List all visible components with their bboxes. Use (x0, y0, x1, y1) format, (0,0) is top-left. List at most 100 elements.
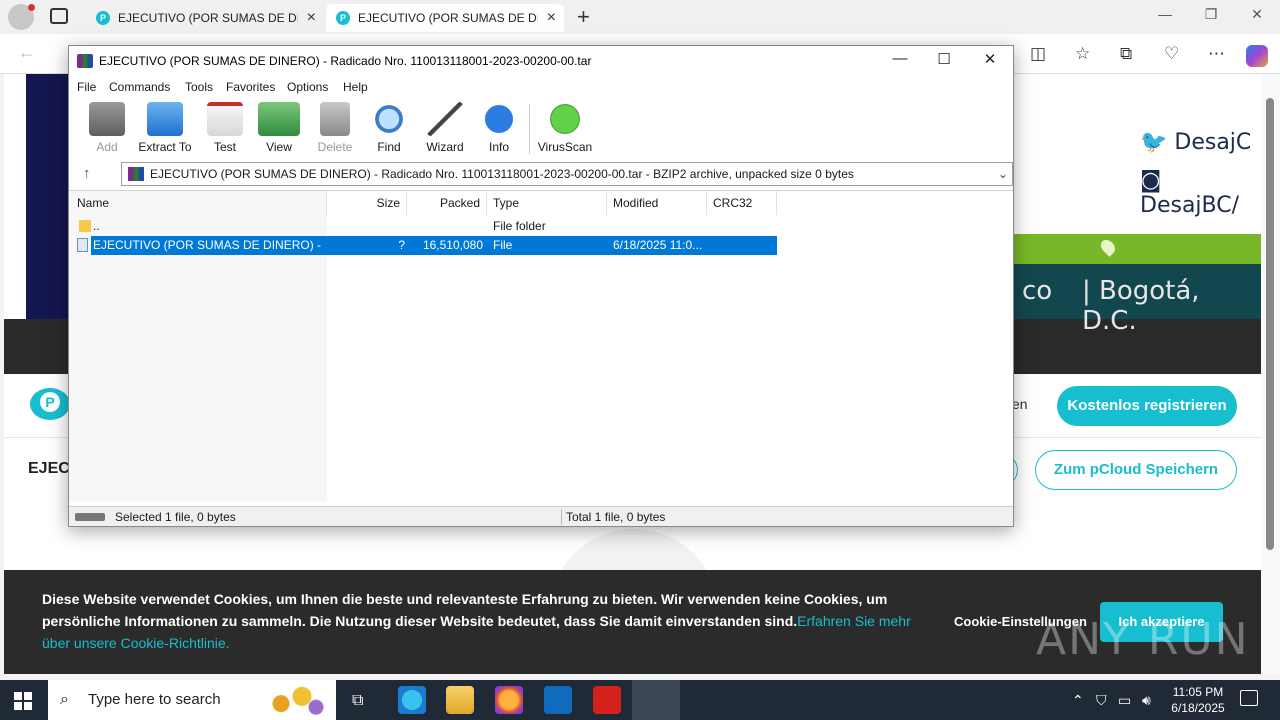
virusscan-button[interactable]: VirusScan (535, 102, 595, 154)
taskbar-search-box[interactable]: ⌕ Type here to search (48, 680, 336, 720)
firefox-icon[interactable] (495, 686, 523, 714)
close-icon[interactable]: ✕ (967, 50, 1013, 68)
column-header-crc32[interactable]: CRC32 (707, 191, 777, 215)
pcloud-favicon-icon: P (96, 11, 110, 25)
extract-folder-icon (147, 102, 183, 136)
clock-time: 11:05 PM (1172, 685, 1224, 699)
winrar-app-icon (77, 54, 93, 68)
extract-to-button[interactable]: Extract To (135, 102, 195, 154)
pcloud-logo-icon[interactable] (30, 388, 70, 420)
page-scrollbar[interactable] (1261, 74, 1280, 674)
add-archive-icon (89, 102, 125, 136)
browser-tab-2[interactable]: P EJECUTIVO (POR SUMAS DE DINERO) × (326, 4, 564, 32)
collections-icon[interactable]: ⧉ (1120, 44, 1132, 64)
up-folder-icon[interactable]: ↑ (83, 165, 91, 182)
menu-commands[interactable]: Commands (109, 80, 170, 94)
chevron-up-icon[interactable]: ⌃ (1072, 692, 1084, 709)
acrobat-icon[interactable] (593, 686, 621, 714)
toolbar-separator (529, 104, 530, 154)
winrar-taskbar-icon[interactable] (632, 680, 680, 720)
table-row[interactable]: .. File folder (77, 217, 777, 236)
tab-actions-icon[interactable] (50, 8, 68, 24)
search-placeholder: Type here to search (88, 691, 221, 708)
windows-start-icon[interactable] (14, 692, 32, 710)
test-button[interactable]: Test (195, 102, 255, 154)
copilot-icon[interactable] (1246, 45, 1268, 67)
column-header-name[interactable]: Name (69, 191, 327, 215)
outlook-icon[interactable] (544, 686, 572, 714)
restore-icon[interactable]: ❐ (1188, 6, 1234, 23)
twitter-text: DesajC (1174, 130, 1252, 155)
minimize-icon[interactable]: — (877, 50, 923, 67)
info-button[interactable]: Info (469, 102, 529, 154)
column-header-modified[interactable]: Modified (607, 191, 707, 215)
add-label: Add (96, 140, 118, 154)
edge-icon[interactable] (398, 686, 426, 714)
close-tab-icon[interactable]: × (307, 4, 316, 32)
banner-teal-stripe: co | Bogotá, D.C. (1012, 264, 1261, 336)
profile-avatar[interactable] (8, 4, 35, 30)
column-header-packed[interactable]: Packed (407, 191, 487, 215)
security-icon[interactable]: ⛉ (1096, 692, 1107, 709)
row-size: ? (398, 238, 405, 252)
notifications-icon[interactable] (1240, 690, 1258, 706)
archive-icon (128, 167, 144, 181)
favorites-star-icon[interactable]: ☆ (1075, 44, 1090, 64)
taskbar: ⌕ Type here to search ⧉ ⌃ ⛉ ▭ 🔊︎ 11:05 P… (0, 680, 1280, 720)
menu-options[interactable]: Options (287, 80, 328, 94)
cookie-message: Diese Website verwendet Cookies, um Ihne… (42, 588, 922, 654)
delete-button[interactable]: Delete (305, 102, 365, 154)
view-label: View (266, 140, 292, 154)
test-checklist-icon (207, 102, 243, 136)
close-window-icon[interactable]: ✕ (1234, 6, 1280, 23)
close-tab-icon[interactable]: × (547, 4, 556, 32)
table-row-selected[interactable]: EJECUTIVO (POR SUMAS DE DINERO) - Ra... … (77, 236, 777, 255)
archive-path-field[interactable]: EJECUTIVO (POR SUMAS DE DINERO) - Radica… (121, 162, 1013, 186)
instagram-text: DesajBC/ (1140, 193, 1240, 218)
winrar-toolbar: Add Extract To Test View Delete Find Wiz… (69, 98, 1013, 158)
find-button[interactable]: Find (359, 102, 419, 154)
wizard-button[interactable]: Wizard (415, 102, 475, 154)
info-icon (481, 102, 517, 136)
split-screen-icon[interactable]: ◫ (1030, 44, 1046, 64)
maximize-icon[interactable]: ☐ (921, 50, 967, 68)
menu-file[interactable]: File (77, 80, 96, 94)
network-icon[interactable]: ▭ (1118, 692, 1131, 709)
test-label: Test (213, 140, 236, 154)
register-button[interactable]: Kostenlos registrieren (1057, 386, 1237, 426)
task-view-icon[interactable]: ⧉ (352, 692, 363, 710)
view-button[interactable]: View (249, 102, 309, 154)
login-link[interactable]: en (1012, 396, 1028, 412)
more-menu-icon[interactable]: ⋯ (1208, 44, 1225, 64)
back-icon[interactable]: ← (18, 42, 36, 63)
menu-help[interactable]: Help (343, 80, 368, 94)
add-button[interactable]: Add (77, 102, 137, 154)
system-clock[interactable]: 11:05 PM 6/18/2025 (1162, 684, 1234, 716)
file-explorer-icon[interactable] (446, 686, 474, 714)
tab-title: EJECUTIVO (POR SUMAS DE DINERO) (358, 11, 538, 25)
winrar-menubar: File Commands Tools Favorites Options He… (69, 76, 1013, 98)
row-name: EJECUTIVO (POR SUMAS DE DINERO) - Ra... (93, 238, 323, 252)
menu-favorites[interactable]: Favorites (226, 80, 275, 94)
volume-icon[interactable]: 🔊︎ (1142, 692, 1151, 709)
chevron-down-icon[interactable]: ⌄ (998, 163, 1008, 185)
row-type: File (493, 238, 513, 252)
banner-city: | Bogotá, D.C. (1082, 276, 1200, 336)
search-highlight-image (260, 682, 330, 718)
folder-icon (79, 220, 91, 232)
browser-tab-1[interactable]: P EJECUTIVO (POR SUMAS DE DINERO) × (86, 4, 324, 32)
menu-tools[interactable]: Tools (185, 80, 213, 94)
new-tab-icon[interactable]: + (577, 4, 590, 30)
minimize-icon[interactable]: — (1142, 6, 1188, 22)
column-header-type[interactable]: Type (487, 191, 607, 215)
extract-to-label: Extract To (138, 140, 192, 154)
browser-essentials-icon[interactable]: ♡ (1164, 44, 1179, 64)
winrar-titlebar[interactable]: EJECUTIVO (POR SUMAS DE DINERO) - Radica… (69, 46, 1013, 76)
column-header-size[interactable]: Size (327, 191, 407, 215)
browser-tab-bar: P EJECUTIVO (POR SUMAS DE DINERO) × P EJ… (0, 0, 1280, 34)
row-packed: 16,510,080 (422, 238, 483, 252)
save-to-pcloud-button[interactable]: Zum pCloud Speichern (1035, 450, 1237, 490)
scrollbar-thumb[interactable] (1266, 98, 1274, 550)
file-list: Name Size Packed Type Modified CRC32 .. … (69, 190, 1013, 502)
status-selected: Selected 1 file, 0 bytes (115, 510, 236, 524)
